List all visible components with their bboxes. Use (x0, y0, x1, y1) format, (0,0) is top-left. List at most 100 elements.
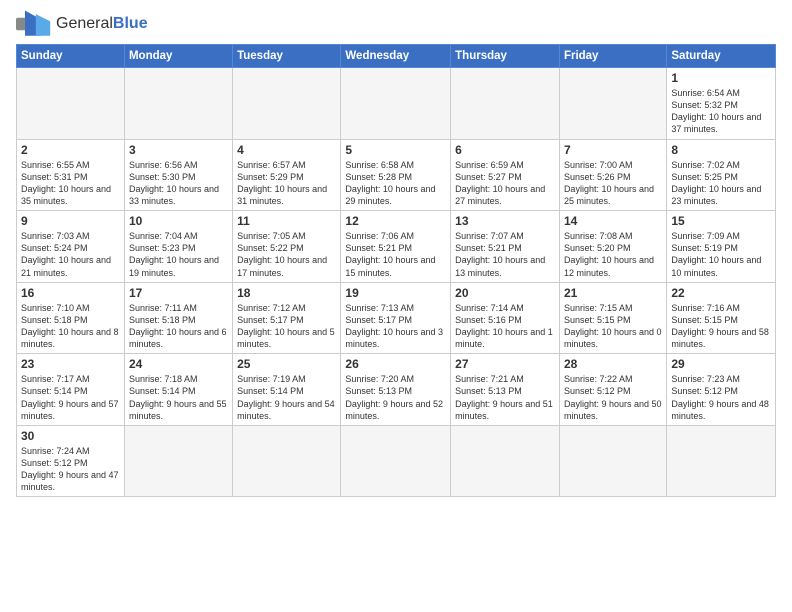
calendar-cell-6: 6 Sunrise: 6:59 AMSunset: 5:27 PMDayligh… (451, 139, 560, 211)
week-row-6: 30 Sunrise: 7:24 AMSunset: 5:12 PMDaylig… (17, 425, 776, 497)
day-number: 10 (129, 214, 228, 228)
week-row-5: 23 Sunrise: 7:17 AMSunset: 5:14 PMDaylig… (17, 354, 776, 426)
calendar-table: SundayMondayTuesdayWednesdayThursdayFrid… (16, 44, 776, 497)
day-info: Sunrise: 7:11 AMSunset: 5:18 PMDaylight:… (129, 302, 228, 351)
weekday-header-wednesday: Wednesday (341, 45, 451, 68)
calendar-cell-16: 16 Sunrise: 7:10 AMSunset: 5:18 PMDaylig… (17, 282, 125, 354)
day-info: Sunrise: 7:10 AMSunset: 5:18 PMDaylight:… (21, 302, 120, 351)
week-row-1: 1 Sunrise: 6:54 AMSunset: 5:32 PMDayligh… (17, 68, 776, 140)
calendar-cell-2: 2 Sunrise: 6:55 AMSunset: 5:31 PMDayligh… (17, 139, 125, 211)
logo: GeneralBlue (16, 10, 148, 38)
day-number: 23 (21, 357, 120, 371)
day-number: 30 (21, 429, 120, 443)
day-number: 25 (237, 357, 336, 371)
calendar-cell-12: 12 Sunrise: 7:06 AMSunset: 5:21 PMDaylig… (341, 211, 451, 283)
day-info: Sunrise: 6:55 AMSunset: 5:31 PMDaylight:… (21, 159, 120, 208)
day-number: 20 (455, 286, 555, 300)
calendar-cell-23: 23 Sunrise: 7:17 AMSunset: 5:14 PMDaylig… (17, 354, 125, 426)
day-number: 9 (21, 214, 120, 228)
day-number: 1 (671, 71, 771, 85)
day-info: Sunrise: 6:59 AMSunset: 5:27 PMDaylight:… (455, 159, 555, 208)
calendar-cell-empty (667, 425, 776, 497)
page-header: GeneralBlue (16, 10, 776, 38)
day-info: Sunrise: 7:21 AMSunset: 5:13 PMDaylight:… (455, 373, 555, 422)
day-info: Sunrise: 7:23 AMSunset: 5:12 PMDaylight:… (671, 373, 771, 422)
day-info: Sunrise: 7:22 AMSunset: 5:12 PMDaylight:… (564, 373, 662, 422)
weekday-header-tuesday: Tuesday (233, 45, 341, 68)
week-row-3: 9 Sunrise: 7:03 AMSunset: 5:24 PMDayligh… (17, 211, 776, 283)
day-info: Sunrise: 7:05 AMSunset: 5:22 PMDaylight:… (237, 230, 336, 279)
logo-icon (16, 10, 52, 38)
day-info: Sunrise: 7:15 AMSunset: 5:15 PMDaylight:… (564, 302, 662, 351)
calendar-cell-1: 1 Sunrise: 6:54 AMSunset: 5:32 PMDayligh… (667, 68, 776, 140)
day-number: 18 (237, 286, 336, 300)
day-number: 8 (671, 143, 771, 157)
calendar-cell-empty (341, 68, 451, 140)
day-info: Sunrise: 7:14 AMSunset: 5:16 PMDaylight:… (455, 302, 555, 351)
calendar-cell-29: 29 Sunrise: 7:23 AMSunset: 5:12 PMDaylig… (667, 354, 776, 426)
calendar-cell-27: 27 Sunrise: 7:21 AMSunset: 5:13 PMDaylig… (451, 354, 560, 426)
day-number: 4 (237, 143, 336, 157)
page-container: GeneralBlue SundayMondayTuesdayWednesday… (0, 0, 792, 503)
calendar-cell-14: 14 Sunrise: 7:08 AMSunset: 5:20 PMDaylig… (559, 211, 666, 283)
day-info: Sunrise: 7:03 AMSunset: 5:24 PMDaylight:… (21, 230, 120, 279)
day-info: Sunrise: 7:19 AMSunset: 5:14 PMDaylight:… (237, 373, 336, 422)
day-info: Sunrise: 7:12 AMSunset: 5:17 PMDaylight:… (237, 302, 336, 351)
week-row-2: 2 Sunrise: 6:55 AMSunset: 5:31 PMDayligh… (17, 139, 776, 211)
day-number: 24 (129, 357, 228, 371)
day-number: 22 (671, 286, 771, 300)
day-number: 27 (455, 357, 555, 371)
day-number: 6 (455, 143, 555, 157)
calendar-cell-5: 5 Sunrise: 6:58 AMSunset: 5:28 PMDayligh… (341, 139, 451, 211)
day-info: Sunrise: 7:00 AMSunset: 5:26 PMDaylight:… (564, 159, 662, 208)
calendar-cell-13: 13 Sunrise: 7:07 AMSunset: 5:21 PMDaylig… (451, 211, 560, 283)
calendar-cell-3: 3 Sunrise: 6:56 AMSunset: 5:30 PMDayligh… (124, 139, 232, 211)
day-number: 21 (564, 286, 662, 300)
calendar-cell-21: 21 Sunrise: 7:15 AMSunset: 5:15 PMDaylig… (559, 282, 666, 354)
calendar-cell-empty (17, 68, 125, 140)
calendar-cell-19: 19 Sunrise: 7:13 AMSunset: 5:17 PMDaylig… (341, 282, 451, 354)
day-number: 28 (564, 357, 662, 371)
week-row-4: 16 Sunrise: 7:10 AMSunset: 5:18 PMDaylig… (17, 282, 776, 354)
day-number: 19 (345, 286, 446, 300)
day-info: Sunrise: 6:56 AMSunset: 5:30 PMDaylight:… (129, 159, 228, 208)
logo-text: GeneralBlue (56, 15, 148, 33)
calendar-cell-26: 26 Sunrise: 7:20 AMSunset: 5:13 PMDaylig… (341, 354, 451, 426)
calendar-cell-4: 4 Sunrise: 6:57 AMSunset: 5:29 PMDayligh… (233, 139, 341, 211)
day-info: Sunrise: 6:57 AMSunset: 5:29 PMDaylight:… (237, 159, 336, 208)
day-number: 16 (21, 286, 120, 300)
day-number: 11 (237, 214, 336, 228)
calendar-cell-7: 7 Sunrise: 7:00 AMSunset: 5:26 PMDayligh… (559, 139, 666, 211)
day-number: 15 (671, 214, 771, 228)
calendar-cell-15: 15 Sunrise: 7:09 AMSunset: 5:19 PMDaylig… (667, 211, 776, 283)
day-info: Sunrise: 7:02 AMSunset: 5:25 PMDaylight:… (671, 159, 771, 208)
day-info: Sunrise: 7:07 AMSunset: 5:21 PMDaylight:… (455, 230, 555, 279)
calendar-cell-22: 22 Sunrise: 7:16 AMSunset: 5:15 PMDaylig… (667, 282, 776, 354)
calendar-cell-empty (233, 425, 341, 497)
day-info: Sunrise: 6:54 AMSunset: 5:32 PMDaylight:… (671, 87, 771, 136)
calendar-cell-25: 25 Sunrise: 7:19 AMSunset: 5:14 PMDaylig… (233, 354, 341, 426)
weekday-header-row: SundayMondayTuesdayWednesdayThursdayFrid… (17, 45, 776, 68)
weekday-header-saturday: Saturday (667, 45, 776, 68)
day-number: 17 (129, 286, 228, 300)
weekday-header-sunday: Sunday (17, 45, 125, 68)
calendar-cell-30: 30 Sunrise: 7:24 AMSunset: 5:12 PMDaylig… (17, 425, 125, 497)
calendar-cell-10: 10 Sunrise: 7:04 AMSunset: 5:23 PMDaylig… (124, 211, 232, 283)
day-number: 2 (21, 143, 120, 157)
day-info: Sunrise: 7:20 AMSunset: 5:13 PMDaylight:… (345, 373, 446, 422)
day-number: 12 (345, 214, 446, 228)
calendar-cell-11: 11 Sunrise: 7:05 AMSunset: 5:22 PMDaylig… (233, 211, 341, 283)
day-number: 26 (345, 357, 446, 371)
calendar-cell-8: 8 Sunrise: 7:02 AMSunset: 5:25 PMDayligh… (667, 139, 776, 211)
calendar-cell-empty (341, 425, 451, 497)
day-number: 13 (455, 214, 555, 228)
day-number: 29 (671, 357, 771, 371)
day-info: Sunrise: 7:09 AMSunset: 5:19 PMDaylight:… (671, 230, 771, 279)
day-info: Sunrise: 6:58 AMSunset: 5:28 PMDaylight:… (345, 159, 446, 208)
day-info: Sunrise: 7:18 AMSunset: 5:14 PMDaylight:… (129, 373, 228, 422)
calendar-cell-9: 9 Sunrise: 7:03 AMSunset: 5:24 PMDayligh… (17, 211, 125, 283)
calendar-cell-empty (451, 68, 560, 140)
weekday-header-monday: Monday (124, 45, 232, 68)
calendar-cell-empty (559, 68, 666, 140)
calendar-cell-28: 28 Sunrise: 7:22 AMSunset: 5:12 PMDaylig… (559, 354, 666, 426)
